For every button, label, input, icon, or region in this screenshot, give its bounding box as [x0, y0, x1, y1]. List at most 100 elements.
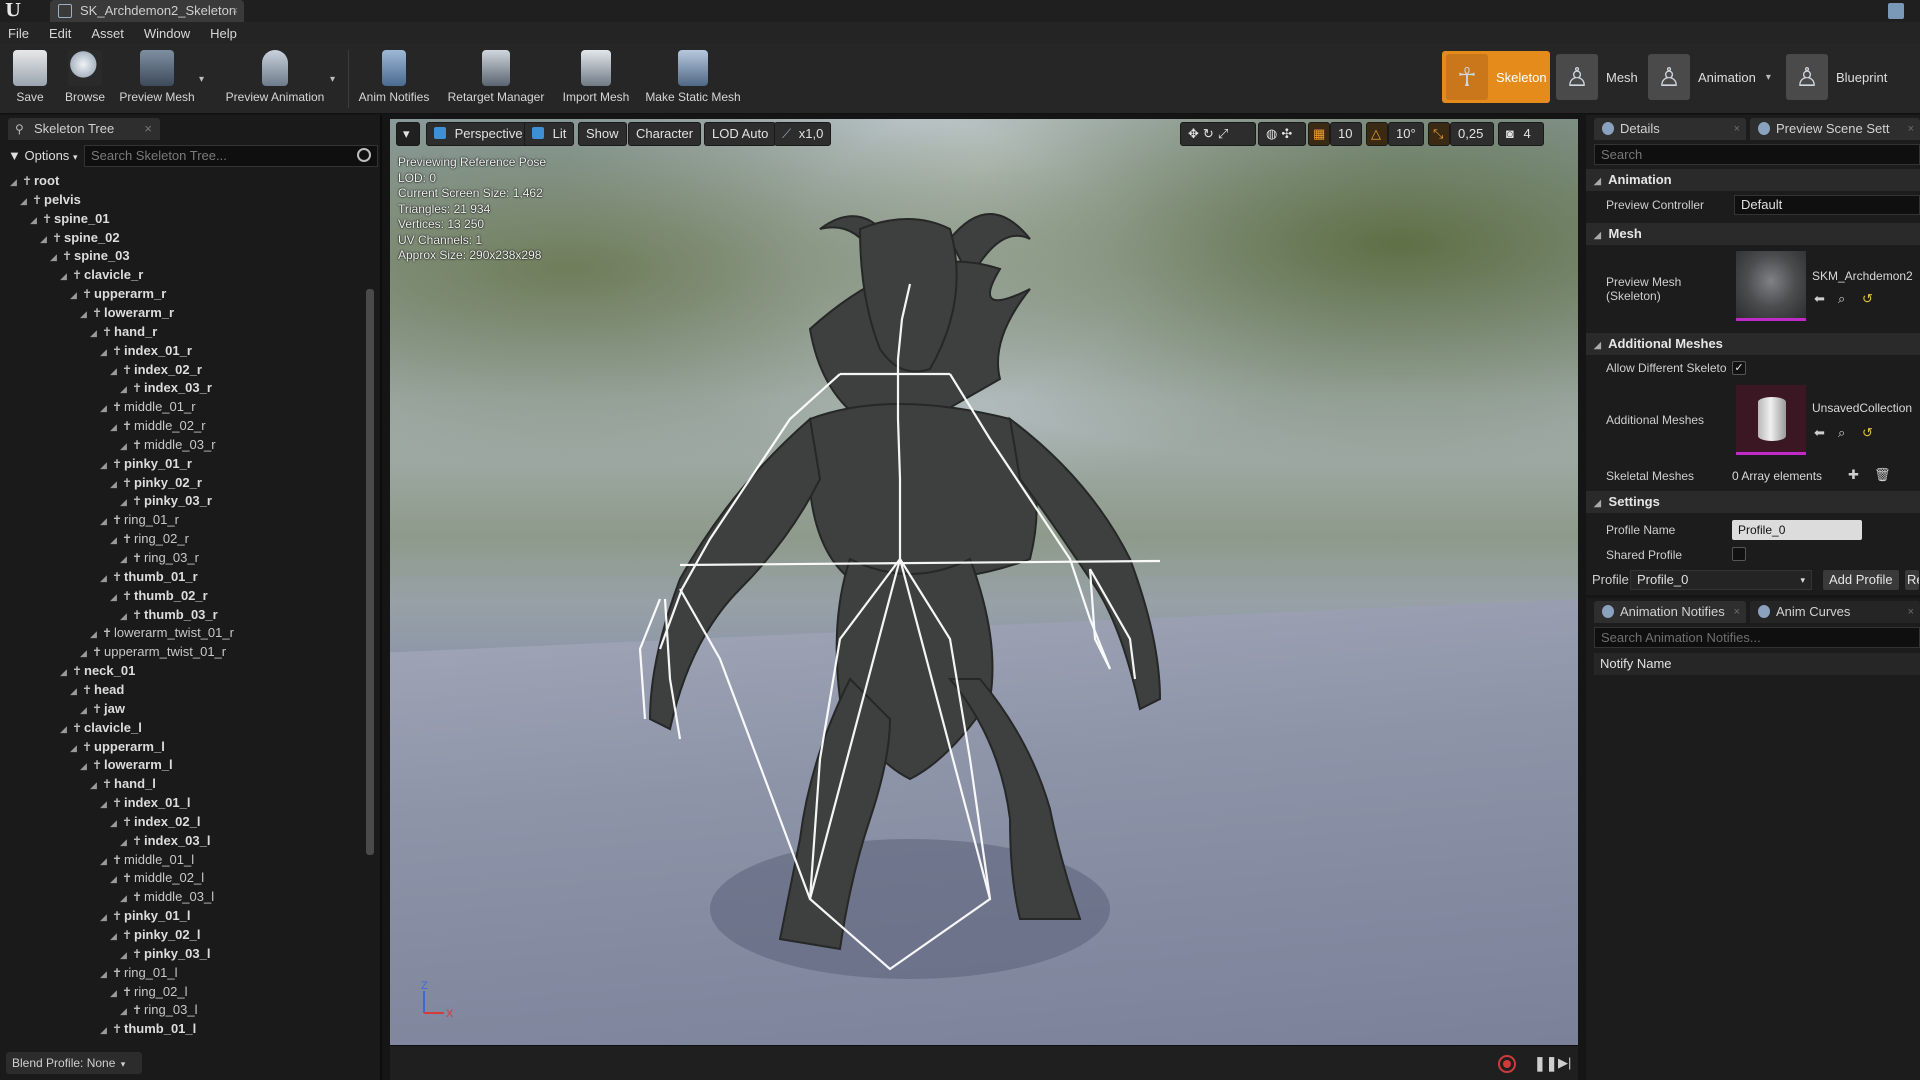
category-additional-meshes[interactable]: ◢ Additional Meshes [1586, 333, 1920, 355]
bone-row[interactable]: ◢ ✝ index_02_r [110, 361, 202, 379]
step-forward-button[interactable]: ▶| [1558, 1055, 1571, 1071]
bone-row[interactable]: ◢ ✝ index_03_l [120, 832, 211, 850]
expand-arrow-icon[interactable]: ◢ [100, 456, 110, 474]
expand-arrow-icon[interactable]: ◢ [120, 437, 130, 455]
bone-row[interactable]: ◢ ✝ hand_l [90, 775, 156, 793]
grid-snap-value[interactable]: 10 [1330, 122, 1362, 146]
blend-profile-dropdown[interactable]: Blend Profile: None ▾ [6, 1052, 142, 1074]
world-space-icon[interactable]: ◍ [1266, 126, 1281, 141]
bone-row[interactable]: ◢ ✝ ring_02_l [110, 983, 188, 1001]
expand-arrow-icon[interactable]: ◢ [100, 795, 110, 813]
perspective-button[interactable]: Perspective [426, 122, 531, 146]
bone-row[interactable]: ◢ ✝ spine_02 [40, 229, 120, 247]
reset-to-default-icon[interactable]: ↺ [1862, 291, 1873, 307]
expand-arrow-icon[interactable]: ◢ [60, 720, 70, 738]
expand-arrow-icon[interactable]: ◢ [110, 814, 120, 832]
add-element-icon[interactable]: ✚ [1848, 467, 1859, 483]
expand-arrow-icon[interactable]: ◢ [30, 211, 40, 229]
category-settings[interactable]: ◢ Settings [1586, 491, 1920, 513]
menu-help[interactable]: Help [210, 26, 237, 41]
pause-button[interactable]: ❚❚ [1534, 1055, 1557, 1072]
expand-arrow-icon[interactable]: ◢ [20, 192, 30, 210]
expand-arrow-icon[interactable]: ◢ [120, 550, 130, 568]
anim-notifies-button[interactable]: Anim Notifies [354, 48, 434, 110]
expand-arrow-icon[interactable]: ◢ [100, 1021, 110, 1039]
preview-scene-settings-tab[interactable]: Preview Scene Sett × [1750, 118, 1920, 140]
menu-asset[interactable]: Asset [91, 26, 124, 41]
expand-arrow-icon[interactable]: ◢ [100, 908, 110, 926]
grid-snap-toggle[interactable]: ▦ [1308, 122, 1330, 146]
camera-speed-button[interactable]: ◙ 4 [1498, 122, 1544, 146]
additional-meshes-thumbnail[interactable] [1736, 385, 1806, 455]
scale-icon[interactable]: ⤢ [1218, 126, 1232, 141]
profile-dropdown[interactable]: Profile_0 ▾ [1630, 570, 1812, 590]
bone-row[interactable]: ◢ ✝ middle_02_r [110, 417, 206, 435]
bone-row[interactable]: ◢ ✝ clavicle_l [60, 719, 142, 737]
bone-row[interactable]: ◢ ✝ index_01_r [100, 342, 192, 360]
expand-arrow-icon[interactable]: ◢ [120, 493, 130, 511]
close-tab-icon[interactable]: × [1908, 118, 1914, 140]
expand-arrow-icon[interactable]: ◢ [110, 588, 120, 606]
expand-arrow-icon[interactable]: ◢ [120, 1002, 130, 1020]
show-button[interactable]: Show [578, 122, 627, 146]
expand-arrow-icon[interactable]: ◢ [120, 833, 130, 851]
make-static-mesh-button[interactable]: Make Static Mesh [640, 48, 746, 110]
expand-arrow-icon[interactable]: ◢ [120, 607, 130, 625]
menu-window[interactable]: Window [144, 26, 190, 41]
bone-row[interactable]: ◢ ✝ index_01_l [100, 794, 191, 812]
expand-arrow-icon[interactable]: ◢ [120, 889, 130, 907]
bone-row[interactable]: ◢ ✝ spine_03 [50, 247, 130, 265]
bone-row[interactable]: ◢ ✝ pinky_01_l [100, 907, 191, 925]
expand-arrow-icon[interactable]: ◢ [110, 531, 120, 549]
viewport-options-dropdown[interactable]: ▾ [396, 122, 420, 146]
bone-row[interactable]: ◢ ✝ pinky_03_l [120, 945, 211, 963]
anim-curves-tab[interactable]: Anim Curves × [1750, 601, 1920, 623]
expand-arrow-icon[interactable]: ◢ [100, 343, 110, 361]
record-button[interactable] [1498, 1055, 1516, 1073]
shared-profile-checkbox[interactable] [1732, 547, 1746, 561]
expand-arrow-icon[interactable]: ◢ [110, 362, 120, 380]
preview-controller-dropdown[interactable]: Default [1734, 195, 1920, 215]
bone-row[interactable]: ◢ ✝ lowerarm_r [80, 304, 174, 322]
bone-row[interactable]: ◢ ✝ ring_01_l [100, 964, 178, 982]
bone-row[interactable]: ◢ ✝ middle_02_l [110, 869, 204, 887]
profile-name-input[interactable]: Profile_0 [1732, 520, 1862, 540]
add-profile-button[interactable]: Add Profile [1822, 569, 1900, 591]
bone-row[interactable]: ◢ ✝ jaw [80, 700, 125, 718]
lit-button[interactable]: Lit [524, 122, 575, 146]
details-search-input[interactable]: Search [1594, 144, 1920, 165]
bone-row[interactable]: ◢ ✝ neck_01 [60, 662, 135, 680]
close-tab-icon[interactable]: × [1908, 601, 1914, 623]
close-tab-icon[interactable]: × [1734, 118, 1740, 140]
expand-arrow-icon[interactable]: ◢ [110, 927, 120, 945]
rotate-icon[interactable]: ↻ [1203, 126, 1218, 141]
category-mesh[interactable]: ◢ Mesh [1586, 223, 1920, 245]
expand-arrow-icon[interactable]: ◢ [100, 852, 110, 870]
allow-different-skeletons-checkbox[interactable]: ✓ [1732, 361, 1746, 375]
mode-blueprint-button[interactable]: ♙ Blueprint [1786, 51, 1910, 103]
bone-row[interactable]: ◢ ✝ upperarm_l [70, 738, 165, 756]
bone-row[interactable]: ◢ ✝ lowerarm_l [80, 756, 173, 774]
remove-profile-button[interactable]: Re [1904, 569, 1920, 591]
bone-row[interactable]: ◢ ✝ upperarm_r [70, 285, 166, 303]
translate-icon[interactable]: ✥ [1188, 126, 1203, 141]
character-preview[interactable] [390, 119, 1578, 1045]
expand-arrow-icon[interactable]: ◢ [90, 625, 100, 643]
bone-row[interactable]: ◢ ✝ pinky_02_r [110, 474, 202, 492]
expand-arrow-icon[interactable]: ◢ [110, 475, 120, 493]
bone-row[interactable]: ◢ ✝ spine_01 [30, 210, 110, 228]
expand-arrow-icon[interactable]: ◢ [10, 173, 20, 191]
lod-button[interactable]: LOD Auto [704, 122, 777, 146]
close-tab-icon[interactable]: × [232, 0, 238, 22]
save-button[interactable]: Save [8, 48, 52, 110]
bone-row[interactable]: ◢ ✝ thumb_01_l [100, 1020, 196, 1038]
expand-arrow-icon[interactable]: ◢ [60, 663, 70, 681]
expand-arrow-icon[interactable]: ◢ [70, 682, 80, 700]
expand-arrow-icon[interactable]: ◢ [70, 286, 80, 304]
playback-speed-button[interactable]: ⟋ x1,0 [774, 122, 832, 146]
expand-arrow-icon[interactable]: ◢ [80, 757, 90, 775]
preview-animation-button[interactable]: Preview Animation [218, 48, 332, 110]
expand-arrow-icon[interactable]: ◢ [70, 739, 80, 757]
browse-button[interactable]: Browse [60, 48, 110, 110]
skeleton-search-input[interactable]: Search Skeleton Tree... [84, 145, 378, 167]
